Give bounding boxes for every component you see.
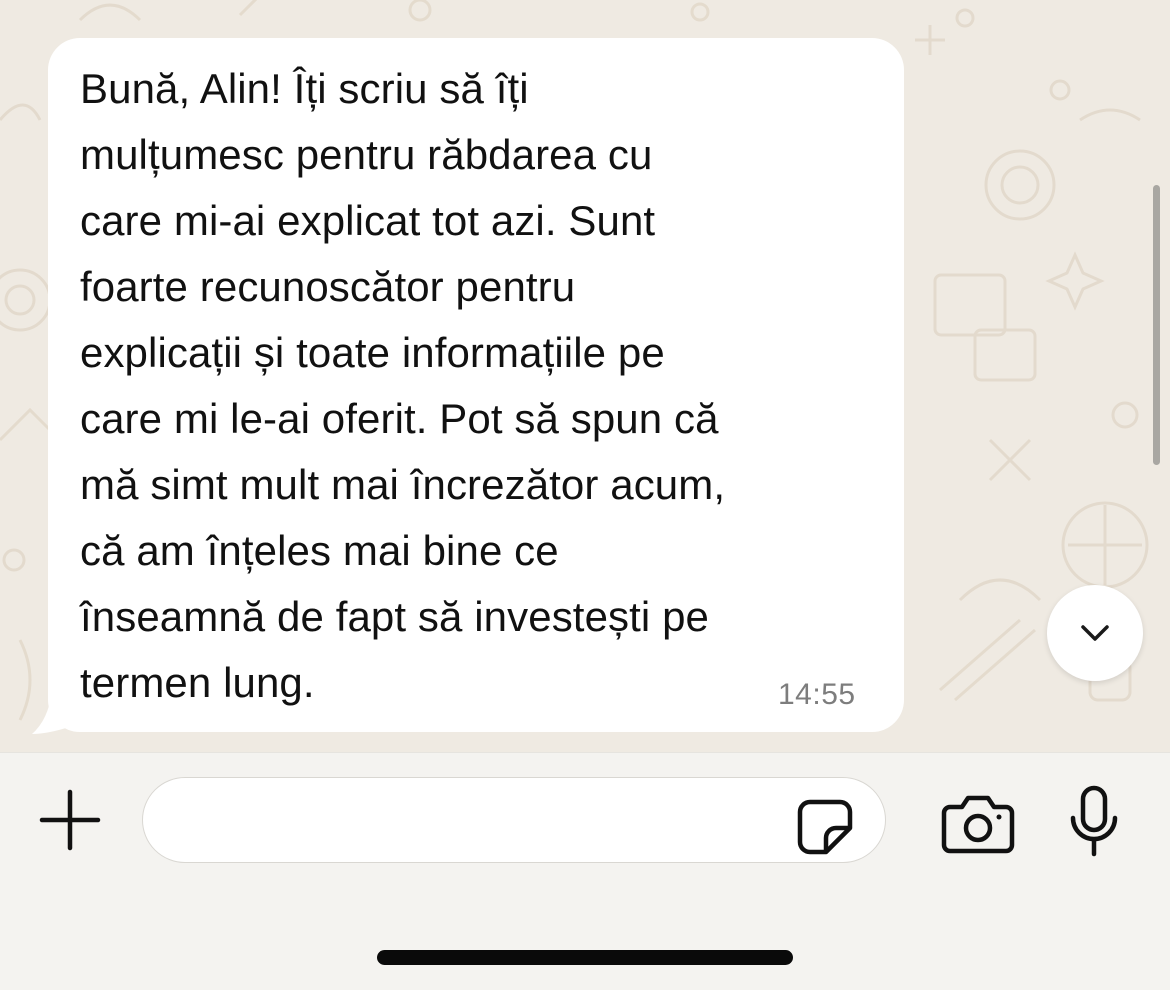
message-text-line: că am înțeles mai bine ce [80,527,559,574]
scroll-to-bottom-button[interactable] [1047,585,1143,681]
camera-icon[interactable] [940,793,1016,855]
scrollbar[interactable] [1153,185,1160,465]
chat-area[interactable]: Bună, Alin! Îți scriu să îți mulțumesc p… [0,0,1170,752]
message-text-line: mulțumesc pentru răbdarea cu [80,131,653,178]
message-text-line: foarte recunoscător pentru [80,263,576,310]
message-text-line: termen lung. [80,659,315,706]
message-text-line: înseamnă de fapt să investești pe [80,593,710,640]
home-indicator[interactable] [377,950,793,965]
message-text-line: mă simt mult mai încrezător acum, [80,461,726,508]
message-text-line: Bună, Alin! Îți scriu să îți [80,65,529,112]
microphone-icon[interactable] [1068,784,1120,858]
message-input[interactable] [142,777,886,863]
sticker-icon[interactable] [796,798,854,856]
plus-icon[interactable] [38,788,102,852]
message-timestamp: 14:55 [778,678,856,711]
message-text-line: care mi-ai explicat tot azi. Sunt [80,197,656,244]
chevron-down-icon [1081,625,1109,641]
message-text-line: explicații și toate informațiile pe [80,329,665,376]
message-text-line: care mi le-ai oferit. Pot să spun că [80,395,719,442]
